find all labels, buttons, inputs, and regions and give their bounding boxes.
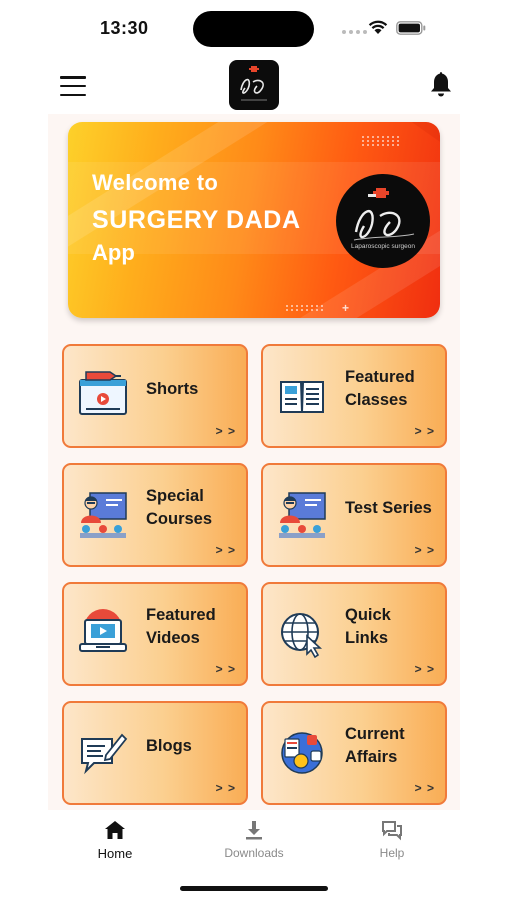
emblem-caption: Laparoscopic surgeon xyxy=(351,243,415,250)
welcome-banner[interactable]: + Welcome to SURGERY DADA App Laparoscop… xyxy=(68,122,440,318)
video-player-icon xyxy=(79,371,127,415)
chevron-right-icon: > > xyxy=(215,662,236,676)
dynamic-island xyxy=(193,11,314,47)
decorative-dots xyxy=(286,305,324,311)
tile-label: Shorts xyxy=(146,380,199,398)
battery-icon xyxy=(396,21,426,35)
status-time: 13:30 xyxy=(100,18,149,38)
nav-help-label: Help xyxy=(379,846,405,860)
tile-shorts[interactable]: Shorts > > xyxy=(62,344,248,448)
tile-label: Special Courses xyxy=(146,487,213,528)
notification-bell-icon[interactable] xyxy=(428,70,454,98)
chat-bubbles-icon xyxy=(382,821,402,841)
chevron-right-icon: > > xyxy=(215,781,236,795)
tile-label: Quick Links xyxy=(345,606,391,647)
chevron-right-icon: > > xyxy=(414,424,435,438)
video-laptop-icon xyxy=(79,609,127,652)
tile-special-courses[interactable]: Special Courses > > xyxy=(62,463,248,567)
chevron-right-icon: > > xyxy=(414,662,435,676)
hamburger-menu-icon[interactable] xyxy=(58,74,88,98)
blog-pen-icon xyxy=(81,733,128,775)
nav-home[interactable]: Home xyxy=(70,818,160,861)
teacher-board-icon xyxy=(279,492,326,538)
decorative-dots xyxy=(362,136,400,146)
cellular-signal-icon xyxy=(342,30,367,34)
surgery-dada-emblem-icon: Laparoscopic surgeon xyxy=(351,188,415,250)
tile-blogs[interactable]: Blogs > > xyxy=(62,701,248,805)
tile-label: Blogs xyxy=(146,737,192,755)
wifi-icon xyxy=(368,20,388,34)
chevron-right-icon: > > xyxy=(215,543,236,557)
banner-brand-text: SURGERY DADA xyxy=(92,206,301,234)
tile-label: Featured Videos xyxy=(146,606,216,647)
decorative-plus: + xyxy=(342,301,350,315)
tile-test-series[interactable]: Test Series > > xyxy=(261,463,447,567)
banner-welcome-text: Welcome to xyxy=(92,170,219,195)
status-bar: 13:30 xyxy=(0,0,507,58)
nav-help[interactable]: Help xyxy=(347,818,437,860)
home-icon xyxy=(105,821,125,839)
tile-current-affairs[interactable]: Current Affairs > > xyxy=(261,701,447,805)
nav-home-label: Home xyxy=(97,846,133,861)
tile-label: Featured Classes xyxy=(345,368,415,409)
teacher-board-icon xyxy=(80,492,127,538)
nav-downloads-label: Downloads xyxy=(224,846,284,860)
tile-featured-videos[interactable]: Featured Videos > > xyxy=(62,582,248,686)
chevron-right-icon: > > xyxy=(414,543,435,557)
tile-label: Test Series xyxy=(345,499,432,517)
download-icon xyxy=(246,821,262,840)
chevron-right-icon: > > xyxy=(414,781,435,795)
tile-label: Current Affairs xyxy=(345,725,405,766)
news-globe-icon xyxy=(281,732,323,774)
globe-cursor-icon xyxy=(281,613,323,659)
home-indicator[interactable] xyxy=(180,886,328,891)
home-content: + Welcome to SURGERY DADA App Laparoscop… xyxy=(48,114,460,810)
surgery-dada-logo-icon xyxy=(240,66,267,101)
banner-emblem: Laparoscopic surgeon xyxy=(336,174,430,268)
tile-featured-classes[interactable]: Featured Classes > > xyxy=(261,344,447,448)
nav-downloads[interactable]: Downloads xyxy=(209,818,299,860)
app-logo xyxy=(229,60,279,110)
banner-app-text: App xyxy=(92,240,135,265)
app-header xyxy=(0,58,507,114)
open-book-icon xyxy=(280,381,324,413)
tile-quick-links[interactable]: Quick Links > > xyxy=(261,582,447,686)
chevron-right-icon: > > xyxy=(215,424,236,438)
